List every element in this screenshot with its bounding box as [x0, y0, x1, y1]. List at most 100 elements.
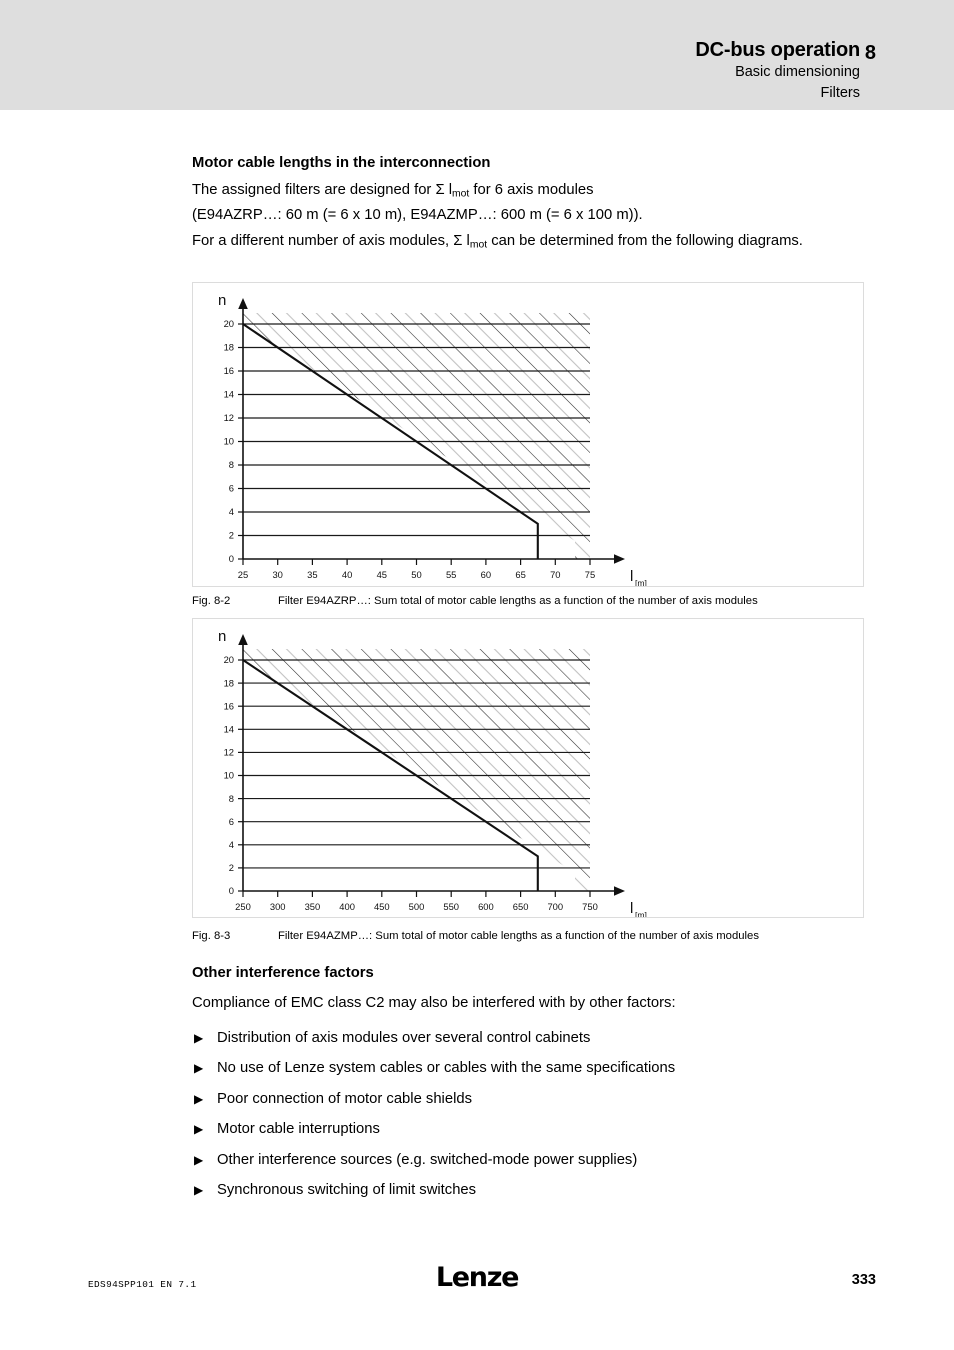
list-item-label: Synchronous switching of limit switches: [217, 1182, 477, 1198]
svg-text:l: l: [630, 568, 633, 585]
list-item: ▶ Other interference sources (e.g. switc…: [192, 1150, 864, 1171]
para1-text-a: The assigned filters are designed for Σ …: [192, 182, 453, 198]
svg-text:70: 70: [550, 569, 560, 580]
svg-text:750: 750: [582, 901, 598, 912]
svg-text:700: 700: [547, 901, 563, 912]
page-title: DC-bus operation: [695, 39, 860, 61]
svg-text:0: 0: [229, 885, 234, 896]
svg-text:40: 40: [342, 569, 352, 580]
y-axis: [238, 634, 248, 891]
para1-text-b: for 6 axis modules: [469, 182, 594, 198]
page-header-titles: DC-bus operation Basic dimensioning Filt…: [160, 38, 860, 104]
svg-text:45: 45: [377, 569, 387, 580]
list-item: ▶ Distribution of axis modules over seve…: [192, 1028, 864, 1049]
svg-text:14: 14: [224, 389, 234, 400]
list-item-label: Distribution of axis modules over severa…: [217, 1029, 591, 1046]
bullet-triangle-icon: ▶: [194, 1152, 204, 1167]
x-ticks: [242, 559, 591, 565]
figure-caption-text-8-2: Filter E94AZRP…: Sum total of motor cabl…: [278, 595, 758, 607]
paragraph-different-number: For a different number of axis modules, …: [192, 231, 864, 256]
list-item-label: Motor cable interruptions: [217, 1121, 380, 1137]
svg-text:35: 35: [307, 569, 317, 580]
svg-text:18: 18: [224, 342, 234, 353]
svg-text:55: 55: [446, 569, 456, 580]
bullet-triangle-icon: ▶: [194, 1061, 204, 1075]
interference-factor-list: ▶ Distribution of axis modules over seve…: [192, 1028, 864, 1202]
svg-text:60: 60: [481, 569, 491, 580]
svg-text:25: 25: [238, 569, 248, 580]
svg-text:400: 400: [339, 901, 355, 912]
y-axis-label: n: [218, 292, 226, 309]
svg-text:[m]: [m]: [635, 910, 647, 917]
list-item-label: Other interference sources (e.g. switche…: [217, 1151, 638, 1168]
svg-text:20: 20: [224, 318, 234, 329]
svg-text:75: 75: [585, 569, 595, 580]
svg-text:600: 600: [478, 901, 494, 912]
list-item: ▶ Motor cable interruptions: [192, 1119, 864, 1140]
chapter-number: 8: [864, 42, 876, 64]
svg-text:4: 4: [229, 506, 234, 517]
svg-text:l: l: [630, 900, 633, 917]
paragraph-emc-compliance: Compliance of EMC class C2 may also be i…: [192, 995, 676, 1011]
hatched-region: [243, 649, 590, 891]
svg-text:20: 20: [224, 654, 234, 665]
svg-text:250: 250: [235, 901, 251, 912]
svg-text:500: 500: [409, 901, 425, 912]
x-axis: [243, 554, 625, 564]
footer-page-number: 333: [851, 1272, 876, 1288]
figure-label-8-2: Fig. 8-2: [192, 595, 231, 607]
para2-text-b: can be determined from the following dia…: [487, 233, 803, 249]
list-item: ▶ Poor connection of motor cable shields: [192, 1089, 864, 1110]
svg-text:2: 2: [229, 530, 234, 541]
figure-label-8-3: Fig. 8-3: [192, 930, 231, 942]
svg-text:50: 50: [411, 569, 421, 580]
svg-text:[m]: [m]: [635, 578, 647, 586]
svg-text:450: 450: [374, 901, 390, 912]
figure-box-8-2: 0 2 4 6 8 10 12 14 16 18 20 25 30 35 40 …: [192, 282, 864, 587]
svg-text:12: 12: [224, 747, 234, 758]
chart-e94azrp: 0 2 4 6 8 10 12 14 16 18 20 25 30 35 40 …: [218, 292, 647, 586]
svg-text:650: 650: [513, 901, 529, 912]
svg-text:2: 2: [229, 862, 234, 873]
svg-text:18: 18: [224, 677, 234, 688]
svg-text:6: 6: [229, 483, 234, 494]
svg-text:8: 8: [229, 793, 234, 804]
list-item: ▶ Synchronous switching of limit switche…: [192, 1180, 864, 1201]
list-item: ▶ No use of Lenze system cables or cable…: [192, 1058, 864, 1079]
bullet-triangle-icon: ▶: [194, 1091, 204, 1106]
figure-caption-text-8-3: Filter E94AZMP…: Sum total of motor cabl…: [278, 930, 759, 942]
svg-text:8: 8: [229, 459, 234, 470]
header-subtitle-primary: Basic dimensioning: [735, 64, 860, 80]
section-heading-motor-cable-lengths: Motor cable lengths in the interconnecti…: [192, 155, 491, 171]
svg-text:16: 16: [224, 700, 234, 711]
x-axis: [243, 886, 625, 896]
other-factors-block: Other interference factors Compliance of…: [192, 963, 864, 1211]
paragraph-assigned-filters: The assigned filters are designed for Σ …: [192, 180, 864, 226]
lenze-logo: Lenze: [435, 1262, 520, 1293]
svg-text:14: 14: [224, 724, 234, 735]
svg-text:12: 12: [224, 412, 234, 423]
svg-text:16: 16: [224, 365, 234, 376]
svg-text:6: 6: [229, 816, 234, 827]
x-ticks: [242, 891, 591, 897]
svg-text:350: 350: [305, 901, 321, 912]
header-subtitle-secondary: Filters: [820, 85, 860, 101]
figure-box-8-3: 0 2 4 6 8 10 12 14 16 18 20 250 300 350 …: [192, 618, 864, 918]
svg-text:10: 10: [224, 436, 234, 447]
section-heading-other-interference: Other interference factors: [192, 965, 374, 981]
para2-subscript: mot: [469, 239, 488, 251]
svg-text:0: 0: [229, 553, 234, 564]
x-axis-label: l [m]: [630, 568, 647, 586]
para2-text-a: For a different number of axis modules, …: [192, 233, 470, 249]
bullet-triangle-icon: ▶: [194, 1122, 204, 1136]
x-tick-labels: 25 30 35 40 45 50 55 60 65 70 75: [238, 569, 595, 580]
svg-text:550: 550: [443, 901, 459, 912]
svg-text:30: 30: [272, 569, 282, 580]
bullet-triangle-icon: ▶: [194, 1183, 204, 1197]
chart-e94azmp: 0 2 4 6 8 10 12 14 16 18 20 250 300 350 …: [218, 628, 647, 917]
x-axis-label: l [m]: [630, 900, 647, 917]
bullet-triangle-icon: ▶: [194, 1030, 204, 1045]
list-item-label: No use of Lenze system cables or cables …: [217, 1060, 676, 1076]
y-tick-labels: 0 2 4 6 8 10 12 14 16 18 20: [224, 654, 234, 896]
y-axis: [238, 298, 248, 559]
